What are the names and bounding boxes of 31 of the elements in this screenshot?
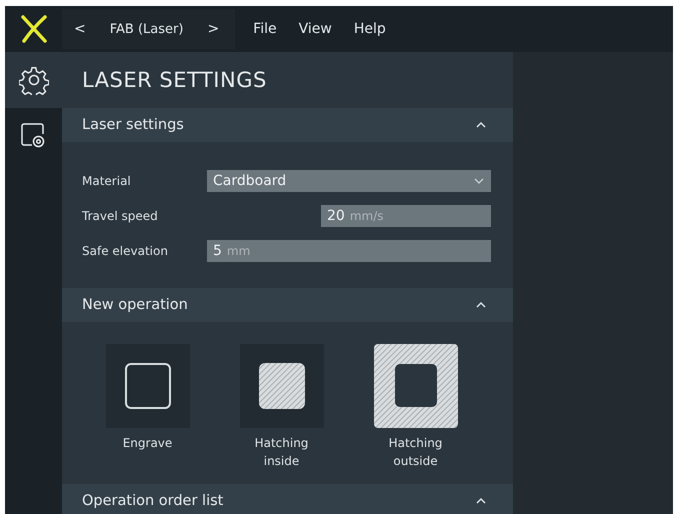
- operation-label: Hatching inside: [254, 435, 310, 470]
- input-field[interactable]: 20 mm/s: [321, 205, 491, 227]
- section-header[interactable]: Operation order list: [62, 484, 513, 514]
- project-label: FAB (Laser): [110, 22, 184, 36]
- next-button[interactable]: >: [207, 21, 220, 37]
- field-label: Travel speed: [82, 209, 158, 223]
- material-dropdown[interactable]: Cardboard: [207, 170, 491, 192]
- operation-label: Hatching outside: [388, 435, 444, 470]
- operation-label: Engrave: [122, 435, 174, 452]
- menu-item[interactable]: Help: [354, 21, 386, 37]
- menu-item[interactable]: File: [253, 21, 277, 37]
- menu-item[interactable]: View: [298, 21, 332, 37]
- operation-tile[interactable]: [240, 344, 324, 428]
- section-header[interactable]: Laser settings: [62, 108, 513, 142]
- section-header[interactable]: New operation: [62, 288, 513, 322]
- operation-tile[interactable]: [106, 344, 190, 428]
- sidebar-tab[interactable]: [5, 52, 62, 108]
- dropdown-caret-icon: [473, 177, 485, 185]
- hatched-square-icon: [258, 363, 304, 409]
- field-label: Safe elevation: [82, 244, 168, 258]
- field-label: Material: [82, 174, 131, 188]
- settings-icon: [18, 65, 48, 95]
- chevron-icon: [475, 121, 487, 129]
- previous-button[interactable]: <: [74, 21, 86, 37]
- panel-title: LASER SETTINGS: [81, 67, 268, 94]
- input-field[interactable]: 5 mm: [207, 240, 491, 262]
- outlined-square-icon: [124, 363, 170, 409]
- chevron-icon: [475, 497, 487, 505]
- hatched-frame-icon: [374, 344, 458, 428]
- operation-tile[interactable]: [374, 344, 458, 428]
- chevron-icon: [475, 301, 487, 309]
